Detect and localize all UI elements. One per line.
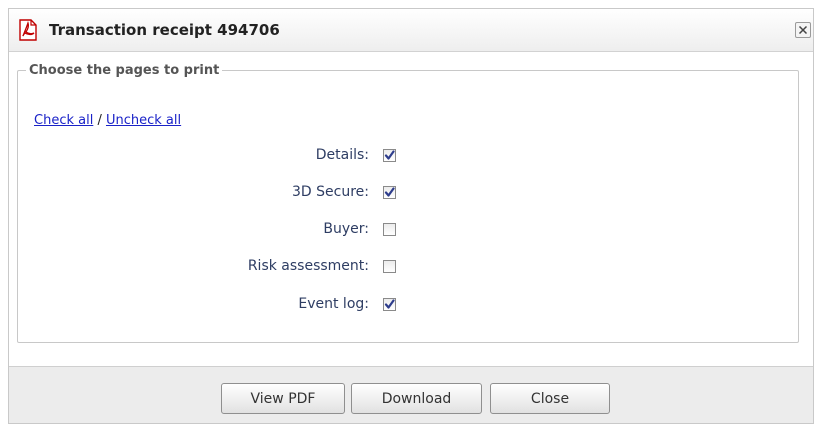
checkmark-icon — [384, 299, 395, 309]
close-button[interactable]: Close — [490, 383, 610, 414]
3d-secure-checkbox[interactable] — [383, 186, 396, 199]
transaction-receipt-dialog: Transaction receipt 494706 Choose the pa… — [8, 8, 814, 424]
page-row-event-log: Event log: — [9, 295, 399, 315]
page-row-3d-secure: 3D Secure: — [9, 183, 399, 203]
page-row-details: Details: — [9, 146, 399, 166]
page-label-event-log: Event log: — [298, 296, 369, 312]
fieldset-legend: Choose the pages to print — [29, 63, 220, 78]
checkmark-icon — [384, 150, 395, 160]
checkmark-icon — [384, 187, 395, 197]
page-label-risk-assessment: Risk assessment: — [247, 258, 369, 274]
link-separator: / — [97, 113, 102, 128]
page-label-buyer: Buyer: — [323, 221, 369, 237]
dialog-footer: View PDF Download Close — [9, 367, 813, 423]
view-pdf-button[interactable]: View PDF — [221, 383, 345, 414]
dialog-title: Transaction receipt 494706 — [49, 21, 280, 39]
dialog-titlebar[interactable]: Transaction receipt 494706 — [9, 9, 813, 52]
dialog-content: Choose the pages to print Check all / Un… — [9, 52, 813, 367]
details-checkbox[interactable] — [383, 149, 396, 162]
buyer-checkbox[interactable] — [383, 223, 396, 236]
uncheck-all-link[interactable]: Uncheck all — [106, 113, 181, 128]
page-label-3d-secure: 3D Secure: — [292, 184, 369, 200]
download-button[interactable]: Download — [351, 383, 482, 414]
page-row-risk-assessment: Risk assessment: — [9, 257, 399, 277]
page-label-details: Details: — [315, 147, 369, 163]
check-links: Check all / Uncheck all — [34, 113, 181, 128]
pdf-icon — [17, 19, 39, 41]
close-icon[interactable] — [795, 22, 811, 38]
page-row-buyer: Buyer: — [9, 220, 399, 240]
check-all-link[interactable]: Check all — [34, 113, 93, 128]
risk-assessment-checkbox[interactable] — [383, 260, 396, 273]
event-log-checkbox[interactable] — [383, 298, 396, 311]
